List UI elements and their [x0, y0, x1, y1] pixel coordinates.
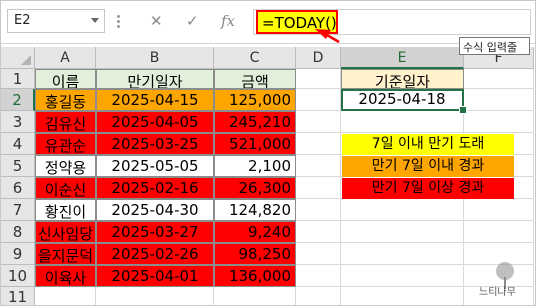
arrow-head: [315, 29, 331, 39]
arrow-line: [326, 33, 340, 44]
spreadsheet-window: E2 ✕ ✓ fx =TODAY() 수식 입력줄 ABCDEF 1234567…: [0, 0, 536, 306]
annotation-arrow: [315, 29, 340, 44]
